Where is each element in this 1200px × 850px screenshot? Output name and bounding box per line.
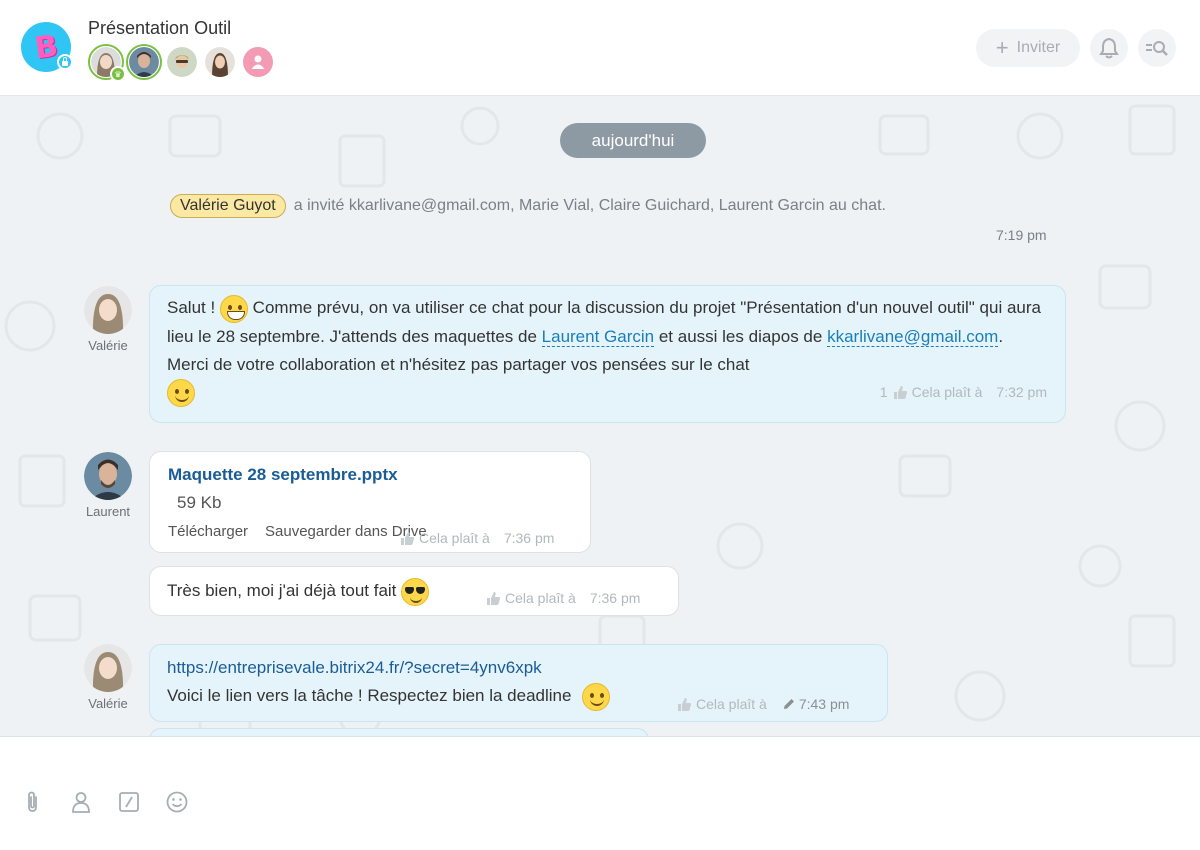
- like-button[interactable]: 1 Cela plaît à: [880, 378, 983, 406]
- message-bubble[interactable]: Très bien, moi j'ai déjà tout fait Cela …: [149, 566, 679, 616]
- member-avatar-claire[interactable]: [202, 44, 238, 80]
- user-icon: [243, 47, 273, 77]
- like-label: Cela plaît à: [911, 384, 983, 400]
- chat-avatar-letter: B: [32, 28, 60, 66]
- message-bubble[interactable]: Salut ! Comme prévu, on va utiliser ce c…: [149, 285, 1066, 423]
- attach-icon: [28, 791, 37, 812]
- attach-button[interactable]: [20, 789, 46, 815]
- message-author[interactable]: Laurent: [80, 452, 136, 519]
- notifications-button[interactable]: [1090, 29, 1128, 67]
- like-label: Cela plaît à: [696, 696, 767, 712]
- chat-avatar[interactable]: B: [21, 22, 73, 72]
- thumbs-up-icon: [487, 591, 500, 605]
- member-list: ♛: [88, 44, 276, 82]
- like-count: 1: [879, 384, 888, 400]
- mention-user-button[interactable]: [68, 789, 94, 815]
- member-avatar-valerie[interactable]: ♛: [88, 44, 126, 82]
- file-message-bubble: Maquette 28 septembre.pptx 59 Kb Télécha…: [149, 451, 591, 553]
- message-time: 7:19 pm: [996, 227, 1047, 243]
- header-actions: + Inviter: [976, 29, 1176, 67]
- message-text: Voici le lien vers la tâche ! Respectez …: [167, 682, 611, 711]
- avatar: [167, 47, 197, 77]
- next-message-edge: [149, 728, 649, 736]
- search-messages-button[interactable]: [1138, 29, 1176, 67]
- message-textarea[interactable]: [20, 751, 1180, 779]
- avatar: [84, 452, 132, 500]
- crown-icon: ♛: [110, 66, 126, 82]
- system-message: Valérie Guyot a invité kkarlivane@gmail.…: [170, 194, 886, 218]
- sunglasses-emoji-icon: [401, 577, 430, 606]
- invite-button[interactable]: + Inviter: [976, 29, 1080, 67]
- message-list[interactable]: aujourd'hui Valérie Guyot a invité kkarl…: [0, 96, 1200, 736]
- text-segment: et aussi les diapos de: [658, 326, 823, 346]
- avatar: [129, 47, 159, 77]
- message-meta: Cela plaît à 7:43 pm: [677, 690, 849, 718]
- message-meta: Cela plaît à 7:36 pm: [400, 524, 554, 552]
- message-bubble[interactable]: https://entreprisevale.bitrix24.fr/?secr…: [149, 644, 888, 722]
- member-avatar-laurent[interactable]: [126, 44, 162, 80]
- avatar: [84, 644, 132, 692]
- thumbs-up-icon: [893, 385, 907, 399]
- message-time: 7:36 pm: [589, 590, 641, 606]
- emoji-icon: [166, 791, 188, 813]
- thumbs-up-icon: [401, 531, 414, 545]
- message-meta: Cela plaît à 7:36 pm: [486, 584, 640, 612]
- grin-emoji-icon: [219, 294, 248, 323]
- lock-icon: [57, 54, 73, 70]
- mention-link[interactable]: Laurent Garcin: [541, 326, 655, 347]
- date-divider: aujourd'hui: [560, 123, 706, 158]
- invite-label: Inviter: [1016, 39, 1061, 56]
- message-author[interactable]: Valérie: [80, 644, 136, 711]
- text-segment: Voici le lien vers la tâche ! Respectez …: [167, 686, 572, 705]
- pencil-icon: [783, 699, 794, 709]
- avatar: [205, 47, 235, 77]
- mention-link[interactable]: kkarlivane@gmail.com: [827, 326, 999, 347]
- system-text: a invité kkarlivane@gmail.com, Marie Via…: [293, 197, 886, 214]
- download-link[interactable]: Télécharger: [168, 518, 248, 546]
- chat-header: B Présentation Outil ♛ + Inviter: [0, 0, 1200, 96]
- text-segment: Très bien, moi j'ai déjà tout fait: [167, 581, 397, 600]
- bell-icon: [1099, 37, 1119, 59]
- avatar: [84, 286, 132, 334]
- command-icon: [119, 792, 139, 812]
- thumbs-up-icon: [678, 697, 691, 711]
- smile-emoji-icon: [167, 379, 195, 408]
- member-avatar-empty[interactable]: [240, 44, 276, 80]
- like-button[interactable]: Cela plaît à: [677, 690, 767, 718]
- edited-time: 7:43 pm: [783, 690, 850, 718]
- file-name-link[interactable]: Maquette 28 septembre.pptx: [168, 461, 398, 489]
- member-avatar-marie[interactable]: [164, 44, 200, 80]
- command-button[interactable]: [116, 789, 142, 815]
- message-author[interactable]: Valérie: [80, 286, 136, 353]
- message-time: 7:36 pm: [503, 530, 555, 546]
- like-button[interactable]: Cela plaît à: [400, 524, 490, 552]
- author-name: Laurent: [85, 504, 131, 519]
- message-input-area[interactable]: [0, 736, 1200, 850]
- message-text: Très bien, moi j'ai déjà tout fait: [167, 577, 430, 606]
- like-label: Cela plaît à: [505, 590, 576, 606]
- message-meta: 1 Cela plaît à 7:32 pm: [880, 378, 1047, 406]
- author-badge[interactable]: Valérie Guyot: [170, 194, 286, 218]
- author-name: Valérie: [88, 696, 128, 711]
- emoji-button[interactable]: [164, 789, 190, 815]
- input-toolbar: [20, 789, 190, 815]
- file-size: 59 Kb: [177, 493, 222, 512]
- like-button[interactable]: Cela plaît à: [486, 584, 576, 612]
- text-segment: Salut !: [167, 298, 216, 317]
- smile-emoji-icon: [582, 682, 611, 711]
- plus-icon: +: [995, 35, 1009, 60]
- message-time: 7:32 pm: [996, 384, 1047, 400]
- message-time: 7:43 pm: [798, 696, 850, 712]
- search-icon: [1146, 41, 1168, 56]
- mention-user-icon: [72, 792, 90, 813]
- chat-title[interactable]: Présentation Outil: [88, 18, 231, 39]
- author-name: Valérie: [88, 338, 128, 353]
- task-link[interactable]: https://entreprisevale.bitrix24.fr/?secr…: [167, 654, 542, 682]
- like-label: Cela plaît à: [419, 530, 490, 546]
